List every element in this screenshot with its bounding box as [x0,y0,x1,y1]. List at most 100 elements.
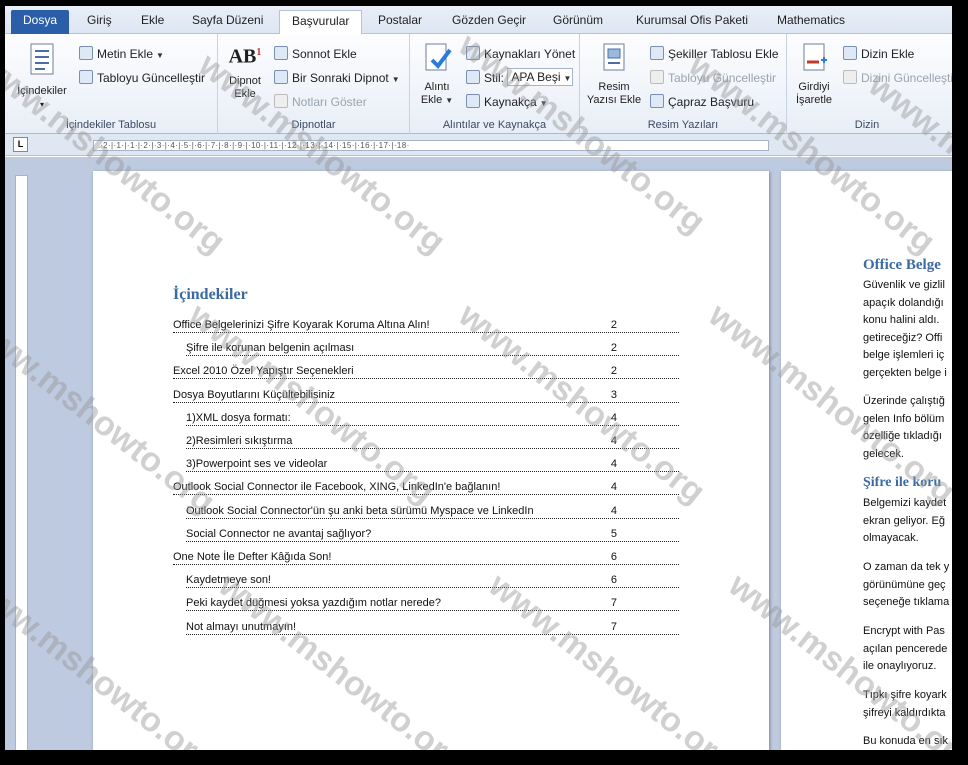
tab-insert[interactable]: Ekle [141,10,164,34]
toc-entry[interactable]: 3)Powerpoint ses ve videolar 4 [93,458,693,474]
insert-caption-button[interactable]: Resim Yazısı Ekle [582,42,646,107]
insert-endnote-button[interactable]: Sonnot Ekle [274,44,357,64]
toc-entry[interactable]: Kaydetmeye son! 6 [93,574,693,590]
tab-references[interactable]: Başvurular [279,10,363,35]
citation-icon [425,43,452,71]
group-captions: Resim Yazısı Ekle Şekiller Tablosu Ekle … [580,34,787,134]
toc-entry[interactable]: 1)XML dosya formatı: 4 [93,411,693,428]
tab-home[interactable]: Giriş [87,10,112,34]
update-index-button[interactable]: Dizini Güncelleştir [843,68,952,88]
vertical-ruler[interactable] [15,175,28,750]
style-value: APA Beşi [511,70,561,84]
bibliography-button[interactable]: Kaynakça ▼ [466,92,548,112]
toc-entry[interactable]: Peki kaydet düğmesi yoksa yazdığım notla… [93,597,693,613]
tab-mailings[interactable]: Postalar [378,10,422,34]
cross-reference-icon [650,94,664,108]
toc-page-number: 2 [610,319,617,331]
toc-entry[interactable]: One Note İle Defter Kâğıda Son! 6 [93,551,693,567]
toc-page-number: 7 [610,620,617,633]
tab-view[interactable]: Görünüm [553,10,603,34]
toc-entry-text: 3)Powerpoint ses ve videolar [186,458,329,471]
insert-citation-button[interactable]: Alıntı Ekle ▼ [414,42,460,107]
toc-entry[interactable]: Şifre ile korunan belgenin açılması 2 [93,342,693,358]
ribbon-tab-bar: Dosya Giriş Ekle Sayfa Düzeni Başvurular… [5,6,952,35]
insert-index-button[interactable]: Dizin Ekle [843,44,914,64]
toc-entry[interactable]: 2)Resimleri sıkıştırma 4 [93,435,693,451]
mark-entry-button[interactable]: Girdiyi İşaretle [789,42,839,107]
tab-page-layout[interactable]: Sayfa Düzeni [192,10,263,34]
group-table-of-contents: İçindekiler ▾ Metin Ekle ▼ Tabloyu Güncel… [5,34,218,134]
tab-file[interactable]: Dosya [11,10,69,34]
style-selector[interactable]: Stil: APA Beşi ▼ [466,68,574,88]
insert-table-of-figures-button[interactable]: Şekiller Tablosu Ekle [650,44,779,64]
document-page-1[interactable]: İçindekiler Office Belgelerinizi Şifre K… [93,171,769,750]
tab-selector[interactable]: L [13,137,28,152]
page2-text-line: açılan pencerede [863,642,948,655]
page2-text-line: konu halini aldı. [863,314,940,326]
style-icon [466,70,480,84]
page2-text-line: ekran geliyor. Eğ [863,514,945,527]
group-label-index: Dizin [854,119,880,131]
group-citations: Alıntı Ekle ▼ Kaynakları Yönet Stil: APA … [410,34,580,134]
insert-footnote-button[interactable]: AB1 Dipnot Ekle [222,46,268,101]
toc-entry[interactable]: Social Connector ne avantaj sağlıyor? 5 [93,527,693,544]
next-footnote-button[interactable]: Bir Sonraki Dipnot ▼ [274,68,400,88]
toc-page-number: 3 [610,388,617,401]
page2-text-line: özelliğe tıkladığı [863,430,942,442]
page2-text-line: gerçekten belge i [863,366,947,379]
manage-sources-button[interactable]: Kaynakları Yönet [466,44,575,64]
page2-text-line: seçeneğe tıklama [863,596,950,608]
toc-page-number: 7 [610,597,617,610]
chevron-down-icon: ▼ [156,51,164,60]
tab-enterprise-office[interactable]: Kurumsal Ofis Paketi [636,10,748,34]
add-text-button[interactable]: Metin Ekle ▼ [79,44,164,64]
toc-page-number: 4 [610,458,617,471]
manage-sources-label: Kaynakları Yönet [484,47,576,61]
page2-text-line: Encrypt with Pas [863,625,945,637]
toc-entry-text: Outlook Social Connector'ün şu anki beta… [186,504,535,517]
insert-index-icon [843,46,857,60]
endnote-icon [274,46,288,60]
table-of-contents-button[interactable]: İçindekiler ▾ [9,42,75,111]
cross-reference-button[interactable]: Çapraz Başvuru [650,92,754,112]
mark-entry-icon [803,43,827,71]
toc-entry[interactable]: Office Belgelerinizi Şifre Koyarak Korum… [93,319,693,335]
insert-citation-label-2: Ekle [420,94,443,106]
group-index: Girdiyi İşaretle Dizin Ekle Dizini Günce… [787,34,952,134]
page2-text-line: gelecek. [863,447,904,460]
toc-entry[interactable]: Not almayı unutmayın! 7 [93,620,693,637]
toc-page-number: 5 [610,527,617,540]
chevron-down-icon: ▼ [539,99,548,108]
footnote-ab-icon: AB1 [228,45,262,68]
toc-entry-text: Excel 2010 Özel Yapıştır Seçenekleri [173,365,355,378]
table-of-contents-icon [30,43,54,75]
show-notes-button[interactable]: Notları Göster [274,92,367,112]
document-page-2[interactable]: Office Belge Güvenlik ve gizlil apaçık do… [781,171,952,750]
insert-citation-label-1: Alıntı [424,81,450,93]
toc-entry-text: One Note İle Defter Kâğıda Son! [173,551,333,563]
page2-text-line: apaçık dolandığı [863,296,944,309]
toc-entry-text: Social Connector ne avantaj sağlıyor? [186,527,373,540]
toc-entry[interactable]: Dosya Boyutlarını Küçültebilisiniz 3 [93,388,693,405]
chevron-down-icon: ▼ [391,75,400,84]
update-figures-table-button[interactable]: Tabloyu Güncelleştir [650,68,776,88]
cross-reference-label: Çapraz Başvuru [668,95,755,109]
table-of-figures-icon [650,46,664,60]
style-dropdown[interactable]: APA Beşi ▼ [507,68,574,86]
update-table-button[interactable]: Tabloyu Güncelleştir [79,68,205,88]
toc-entry[interactable]: Excel 2010 Özel Yapıştır Seçenekleri 2 [93,365,693,381]
toc-entry[interactable]: Outlook Social Connector'ün şu anki beta… [93,504,693,521]
tab-mathematics[interactable]: Mathematics [777,10,845,34]
show-notes-label: Notları Göster [292,95,367,109]
toc-entry-text: Outlook Social Connector ile Facebook, X… [173,481,502,494]
next-footnote-label: Bir Sonraki Dipnot [292,71,389,85]
toc-entry-text: Kaydetmeye son! [186,574,272,587]
toc-entry[interactable]: Outlook Social Connector ile Facebook, X… [93,481,693,497]
page2-text-line: belge işlemleri iç [863,349,945,361]
tab-review[interactable]: Gözden Geçir [452,10,526,34]
page2-text-line: Üzerinde çalıştığ [863,395,945,407]
ruler-scale[interactable]: ·2·|·1·|·1·|·2·|·3·|·4·|·5·|·6·|·7·|·8·|… [93,140,769,151]
page2-text-line: Bu konuda en sık [863,735,949,747]
toc-page-number: 4 [610,411,617,424]
insert-endnote-label: Sonnot Ekle [292,47,357,61]
